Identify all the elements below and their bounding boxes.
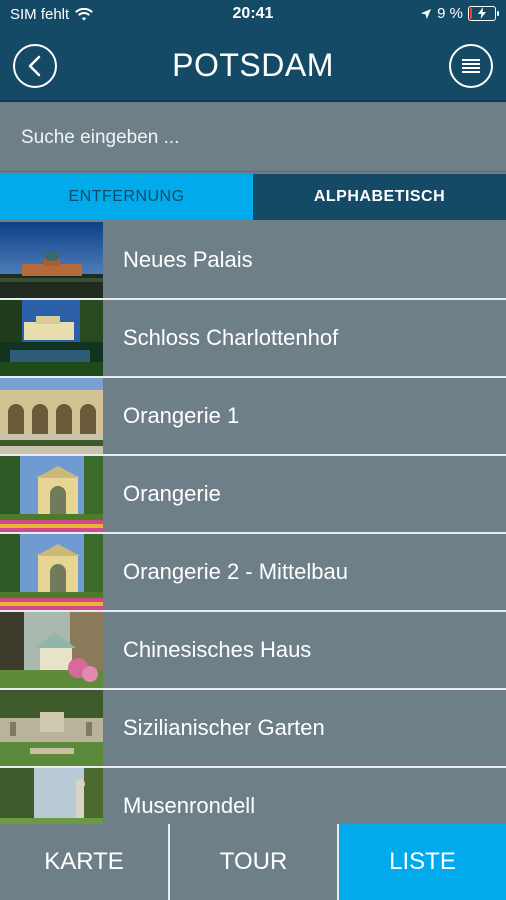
list-item[interactable]: Orangerie 2 - Mittelbau xyxy=(0,534,506,610)
list-item[interactable]: Chinesisches Haus xyxy=(0,612,506,688)
bottom-tab-bar: KARTE TOUR LISTE xyxy=(0,824,506,900)
list-item[interactable]: Orangerie xyxy=(0,456,506,532)
place-name: Chinesisches Haus xyxy=(123,637,312,662)
place-name: Sizilianischer Garten xyxy=(123,715,325,740)
search-input[interactable] xyxy=(0,104,506,171)
place-name: Musenrondell xyxy=(123,793,256,818)
tab-entfernung[interactable]: ENTFERNUNG xyxy=(0,174,253,220)
tab-karte[interactable]: KARTE xyxy=(0,824,168,900)
list-item[interactable]: Sizilianischer Garten xyxy=(0,690,506,766)
place-name: Schloss Charlottenhof xyxy=(123,325,339,350)
location-arrow-icon xyxy=(421,8,432,19)
tab-liste[interactable]: LISTE xyxy=(339,824,506,900)
place-thumbnail xyxy=(0,222,103,298)
list-item[interactable]: Musenrondell xyxy=(0,768,506,824)
list-item[interactable]: Schloss Charlottenhof xyxy=(0,300,506,376)
status-bar: SIM fehlt 20:41 9 % xyxy=(0,0,506,30)
place-thumbnail xyxy=(0,690,103,766)
place-name: Orangerie 1 xyxy=(123,403,240,428)
place-name: Orangerie xyxy=(123,481,221,506)
list-item[interactable]: Neues Palais xyxy=(0,222,506,298)
place-thumbnail xyxy=(0,456,103,532)
place-thumbnail xyxy=(0,612,103,688)
place-thumbnail xyxy=(0,534,103,610)
battery-level xyxy=(470,8,472,19)
sort-tabs: ENTFERNUNG ALPHABETISCH xyxy=(0,174,506,220)
place-thumbnail xyxy=(0,768,103,824)
place-thumbnail xyxy=(0,378,103,454)
list-item[interactable]: Orangerie 1 xyxy=(0,378,506,454)
place-name: Neues Palais xyxy=(123,247,253,272)
place-name: Orangerie 2 - Mittelbau xyxy=(123,559,348,584)
place-list: Neues Palais Schloss Charlottenhof Orang… xyxy=(0,222,506,824)
charging-bolt-icon xyxy=(478,7,486,19)
tab-tour[interactable]: TOUR xyxy=(170,824,337,900)
battery-icon xyxy=(468,6,499,21)
app-header: POTSDAM xyxy=(0,30,506,102)
page-title: POTSDAM xyxy=(172,47,334,83)
battery-percent: 9 % xyxy=(437,5,463,22)
status-right: 9 % xyxy=(420,5,499,22)
list-menu-icon xyxy=(462,59,480,73)
place-thumbnail xyxy=(0,300,103,376)
tab-alphabetisch[interactable]: ALPHABETISCH xyxy=(253,174,506,220)
search-bar xyxy=(0,104,506,172)
menu-button[interactable] xyxy=(449,44,493,88)
